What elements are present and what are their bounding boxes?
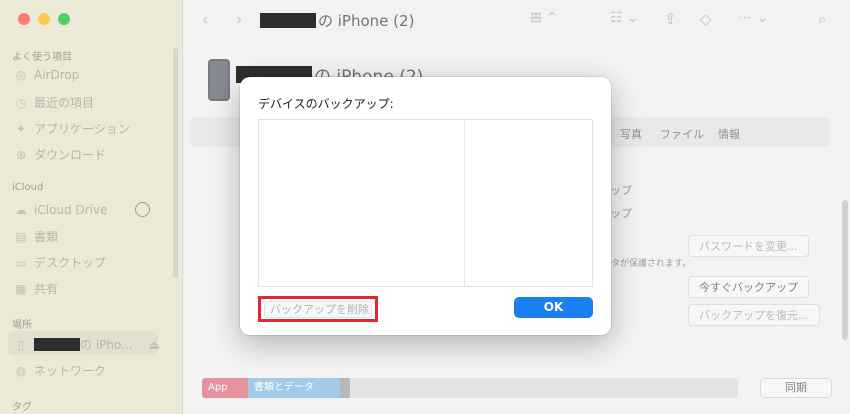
backup-dialog: デバイスのバックアップ: バックアップを削除 OK	[240, 77, 611, 335]
column-divider	[464, 120, 465, 286]
backup-list[interactable]	[258, 119, 593, 287]
ok-button[interactable]: OK	[514, 297, 593, 318]
delete-backup-button[interactable]: バックアップを削除	[264, 301, 372, 318]
dialog-title: デバイスのバックアップ:	[258, 97, 394, 111]
delete-backup-highlight: バックアップを削除	[258, 296, 378, 322]
